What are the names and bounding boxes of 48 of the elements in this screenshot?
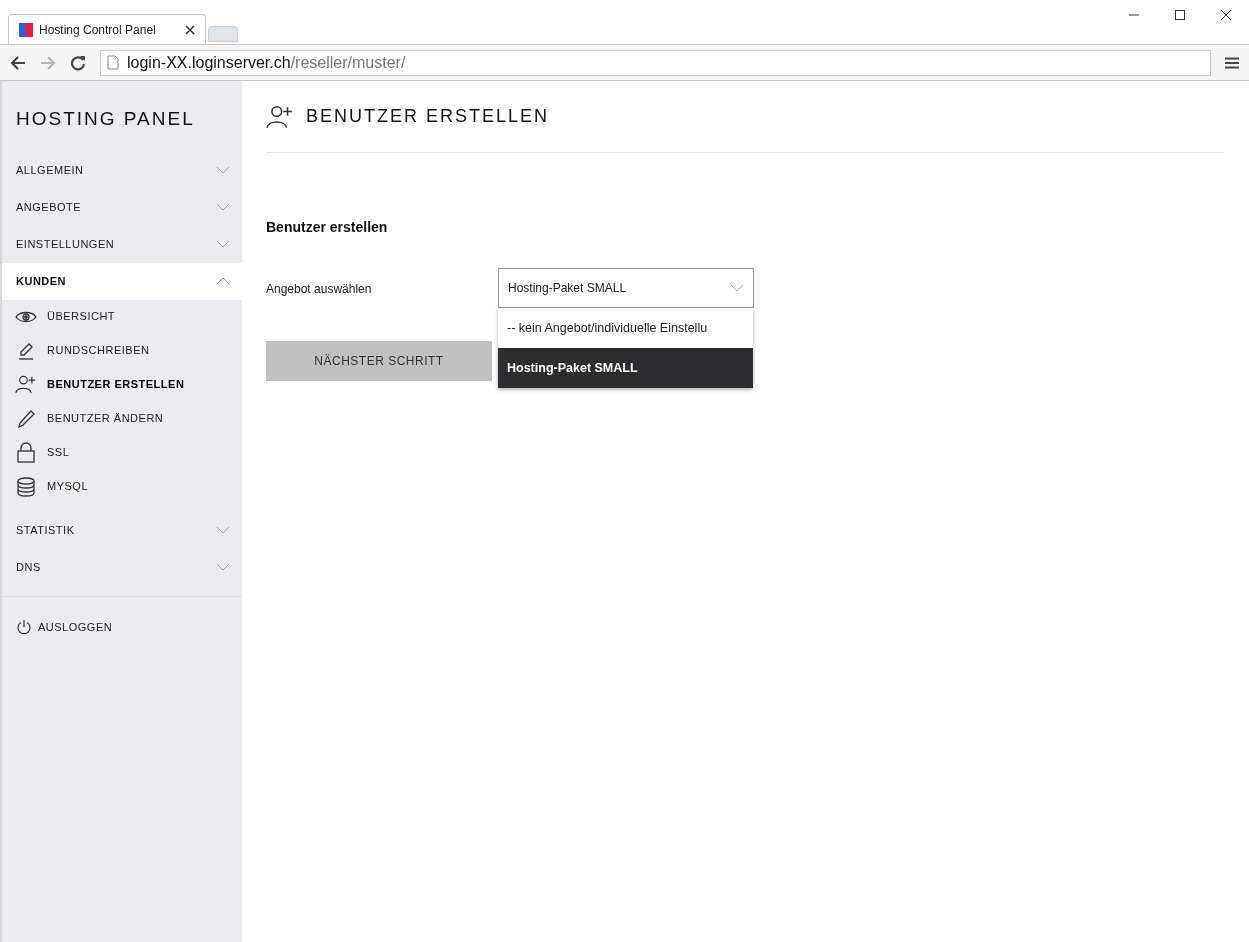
field-label: Angebot auswählen	[266, 281, 373, 298]
offer-select[interactable]: Hosting-Paket SMALL	[498, 268, 754, 308]
page-icon	[107, 55, 119, 70]
nav-item[interactable]: RUNDSCHREIBEN	[2, 333, 242, 368]
close-icon[interactable]	[185, 24, 195, 35]
address-bar[interactable]: login-XX.loginserver.ch/reseller/muster/	[100, 49, 1211, 76]
eye-icon	[14, 309, 37, 324]
chevron-icon	[216, 203, 230, 211]
nav-item[interactable]: BENUTZER ERSTELLEN	[2, 367, 242, 402]
close-icon[interactable]	[1221, 10, 1231, 20]
nav-item[interactable]: SSL	[2, 435, 242, 470]
site-favicon-icon	[19, 22, 33, 37]
tab-title: Hosting Control Panel	[39, 21, 157, 39]
browser-tab[interactable]: Hosting Control Panel	[8, 14, 206, 44]
nav-section[interactable]: DNS	[2, 548, 242, 586]
chevron-icon	[730, 284, 744, 292]
chevron-icon	[216, 563, 230, 571]
nav-section[interactable]: EINSTELLUNGEN	[2, 225, 242, 263]
chevron-icon	[216, 277, 230, 285]
chevron-icon	[216, 166, 230, 174]
url-text: login-XX.loginserver.ch/reseller/muster/	[127, 52, 406, 73]
pencil-icon	[16, 408, 35, 429]
database-icon	[16, 476, 35, 497]
maximize-icon[interactable]	[1175, 10, 1185, 20]
power-icon	[16, 618, 32, 635]
logout-link[interactable]: AUSLOGGEN	[16, 618, 228, 635]
next-step-button[interactable]: NÄCHSTER SCHRITT	[266, 341, 492, 381]
menu-icon[interactable]	[1225, 56, 1239, 69]
nav-item[interactable]: BENUTZER ÄNDERN	[2, 401, 242, 436]
section-title: Benutzer erstellen	[266, 218, 389, 237]
page-title: BENUTZER ERSTELLEN	[306, 105, 550, 128]
chevron-icon	[216, 526, 230, 534]
nav-item[interactable]: ÜBERSICHT	[2, 299, 242, 334]
lock-icon	[16, 442, 35, 463]
chevron-icon	[216, 240, 230, 248]
nav-item[interactable]: MYSQL	[2, 469, 242, 504]
dropdown-option[interactable]: -- kein Angebot/individuelle Einstellu	[498, 308, 753, 348]
nav-section[interactable]: ANGEBOTE	[2, 188, 242, 226]
user-plus-icon	[266, 104, 294, 129]
back-arrow-icon[interactable]	[10, 55, 26, 70]
pencil-icon	[17, 341, 34, 360]
nav-section[interactable]: ALLGEMEIN	[2, 151, 242, 189]
dropdown-option[interactable]: Hosting-Paket SMALL	[498, 348, 753, 388]
user-plus-icon	[14, 375, 37, 394]
brand-title: HOSTING PANEL	[15, 107, 196, 131]
reload-icon[interactable]	[70, 54, 86, 71]
nav-section[interactable]: STATISTIK	[2, 511, 242, 549]
nav-section[interactable]: KUNDEN	[2, 262, 242, 300]
